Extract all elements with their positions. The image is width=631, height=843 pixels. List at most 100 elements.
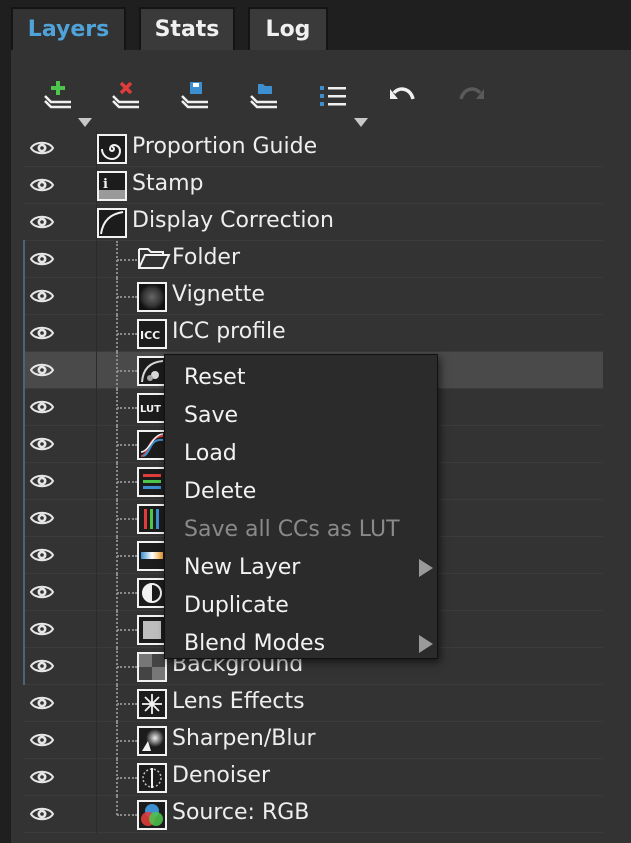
submenu-arrow-icon (419, 559, 433, 577)
layer-row[interactable]: Denoiser (23, 759, 603, 796)
visibility-eye-icon[interactable] (29, 619, 55, 639)
visibility-eye-icon[interactable] (29, 323, 55, 343)
visibility-eye-icon[interactable] (29, 286, 55, 306)
add-layer-dropdown-icon[interactable] (78, 118, 92, 127)
menu-item-load[interactable]: Load (165, 435, 437, 471)
visibility-eye-icon[interactable] (29, 767, 55, 787)
tree-connector (116, 759, 118, 796)
checker-icon (137, 652, 167, 682)
tab-layers[interactable]: Layers (11, 7, 126, 50)
folder-icon (137, 245, 173, 275)
layer-row[interactable]: Proportion Guide (23, 130, 603, 167)
layer-label[interactable]: Vignette (172, 282, 265, 307)
tree-connector (116, 315, 118, 352)
visibility-eye-icon[interactable] (29, 656, 55, 676)
layer-row[interactable]: Folder (23, 241, 603, 278)
layer-label[interactable]: Sharpen/Blur (172, 726, 315, 751)
visibility-eye-icon[interactable] (29, 434, 55, 454)
menu-item-label: Delete (184, 478, 257, 504)
visibility-eye-icon[interactable] (29, 508, 55, 528)
visibility-eye-icon[interactable] (29, 212, 55, 232)
layer-label[interactable]: Folder (172, 245, 240, 270)
visibility-eye-icon[interactable] (29, 804, 55, 824)
list-menu-dropdown-icon[interactable] (354, 118, 368, 127)
tree-connector (117, 444, 137, 446)
tree-connector (116, 648, 118, 685)
vignette-icon (137, 282, 167, 312)
visibility-eye-icon[interactable] (29, 730, 55, 750)
column-divider (96, 648, 97, 685)
layer-label[interactable]: ICC profile (172, 319, 286, 344)
menu-item-save[interactable]: Save (165, 397, 437, 433)
tree-connector (117, 481, 137, 483)
column-divider (96, 796, 97, 833)
save-layer-button[interactable] (175, 76, 215, 116)
tab-stats[interactable]: Stats (139, 7, 235, 50)
layer-row[interactable]: Source: RGB (23, 796, 603, 833)
tree-connector (116, 426, 118, 463)
layer-label[interactable]: Source: RGB (172, 800, 309, 825)
tree-connector (117, 666, 137, 668)
visibility-eye-icon[interactable] (29, 397, 55, 417)
layer-label[interactable]: Lens Effects (172, 689, 305, 714)
gradient-map-icon (137, 541, 167, 571)
column-divider (96, 500, 97, 537)
visibility-eye-icon[interactable] (29, 360, 55, 380)
layer-row[interactable]: Sharpen/Blur (23, 722, 603, 759)
star-icon (137, 689, 167, 719)
menu-item-reset[interactable]: Reset (165, 359, 437, 395)
visibility-eye-icon[interactable] (29, 693, 55, 713)
column-divider (96, 685, 97, 722)
tab-bar: Layers Stats Log (0, 0, 631, 50)
visibility-eye-icon[interactable] (29, 582, 55, 602)
redo-button[interactable] (451, 76, 491, 116)
menu-item-duplicate[interactable]: Duplicate (165, 587, 437, 623)
spiral-icon (97, 134, 127, 164)
undo-button[interactable] (383, 76, 423, 116)
menu-item-delete[interactable]: Delete (165, 473, 437, 509)
visibility-eye-icon[interactable] (29, 249, 55, 269)
load-layer-button[interactable] (244, 76, 284, 116)
tab-log[interactable]: Log (248, 7, 328, 50)
visibility-eye-icon[interactable] (29, 175, 55, 195)
visibility-eye-icon[interactable] (29, 471, 55, 491)
tree-connector (117, 259, 137, 261)
layer-label[interactable]: Stamp (132, 171, 203, 196)
list-menu-button[interactable] (313, 76, 353, 116)
tree-connector (116, 500, 118, 537)
layer-row[interactable]: i Stamp (23, 167, 603, 204)
layer-row[interactable]: Vignette (23, 278, 603, 315)
tree-connector (116, 685, 118, 722)
layer-row[interactable]: ICC ICC profile (23, 315, 603, 352)
redo-icon (459, 87, 484, 100)
layer-label[interactable]: Proportion Guide (132, 134, 317, 159)
layer-label[interactable]: Denoiser (172, 763, 270, 788)
tree-selection-guide (23, 240, 25, 685)
denoiser-icon (137, 763, 167, 793)
layer-label[interactable]: Display Correction (132, 208, 334, 233)
tree-connector (116, 611, 118, 648)
layer-row[interactable]: Lens Effects (23, 685, 603, 722)
svg-text:ICC: ICC (140, 329, 160, 342)
menu-item-save-all-ccs-as-lut: Save all CCs as LUT (165, 511, 437, 547)
delete-layer-button[interactable] (106, 76, 146, 116)
column-divider (96, 352, 97, 389)
undo-icon (390, 87, 415, 100)
delete-layer-icon (112, 81, 139, 109)
menu-item-label: Save (184, 402, 239, 428)
menu-item-new-layer[interactable]: New Layer (165, 549, 437, 585)
stamp-icon: i (97, 171, 127, 201)
visibility-eye-icon[interactable] (29, 138, 55, 158)
tree-connector (116, 389, 118, 426)
context-menu: Reset Save Load Delete Save all CCs as LUT Ne… (164, 354, 438, 659)
column-divider (96, 759, 97, 796)
tree-connector (117, 740, 137, 742)
visibility-eye-icon[interactable] (29, 545, 55, 565)
color-bars-icon (137, 467, 167, 497)
tree-connector (117, 592, 137, 594)
menu-item-blend-modes[interactable]: Blend Modes (165, 625, 437, 661)
layer-row[interactable]: Display Correction (23, 204, 603, 241)
add-layer-button[interactable] (38, 76, 78, 116)
tree-connector (117, 518, 137, 520)
tree-connector (116, 574, 118, 611)
